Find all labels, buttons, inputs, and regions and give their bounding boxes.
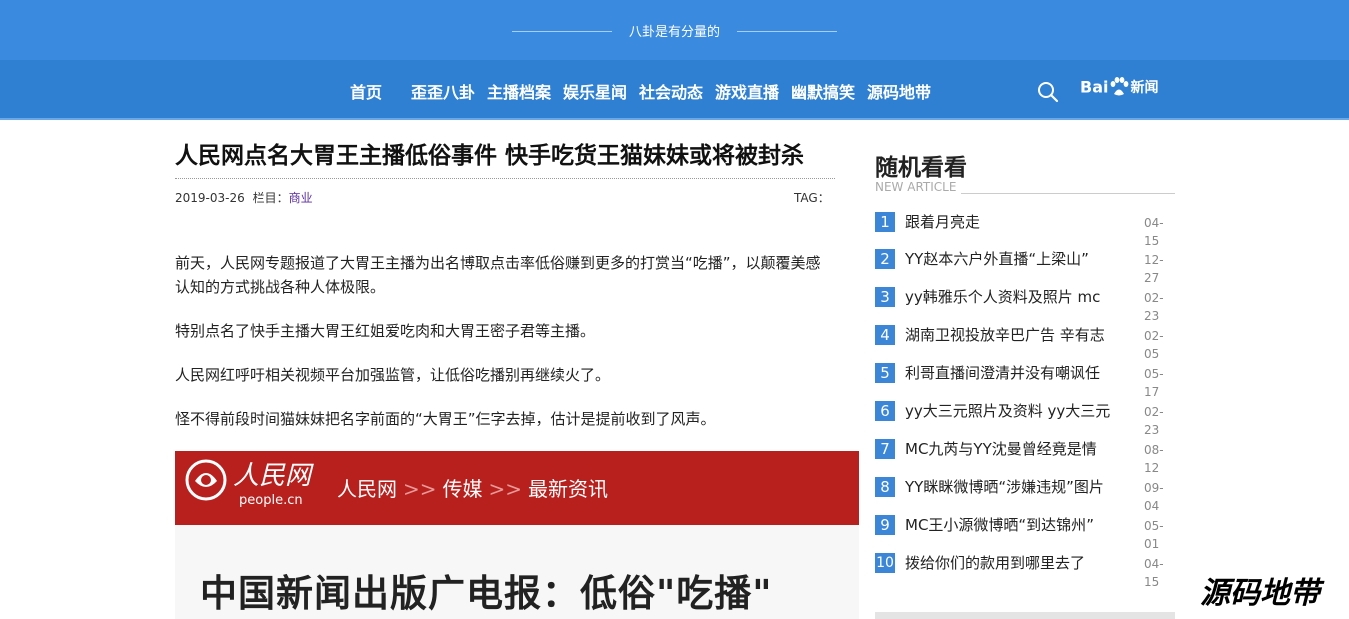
top-slogan-bar: 八卦是有分量的 — [0, 0, 1349, 60]
banner-breadcrumb: 人民网 >> 传媒 >> 最新资讯 — [337, 473, 608, 502]
list-item-link[interactable]: yy大三元照片及资料 yy大三元 — [905, 401, 1110, 421]
nav-item-source-code[interactable]: 源码地带 — [867, 79, 931, 103]
list-item-number: 2 — [875, 249, 895, 269]
list-item-date: 05-17 — [1144, 367, 1164, 399]
article-paragraph: 特别点名了快手主播大胃王红姐爱吃肉和大胃王密子君等主播。 — [175, 322, 596, 340]
list-item-date: 05-01 — [1144, 519, 1164, 551]
banner-crumb-item: 传媒 — [442, 477, 483, 501]
baidu-logo-text: Bai — [1080, 77, 1109, 97]
list-item-date: 02-23 — [1144, 405, 1164, 437]
list-item-link[interactable]: YY眯眯微博晒“涉嫌违规”图片 — [905, 477, 1104, 497]
people-cn-logo-icon — [185, 459, 227, 501]
list-item-link[interactable]: MC王小源微博晒“到达锦州” — [905, 515, 1094, 535]
search-icon[interactable] — [1037, 81, 1059, 103]
article-paragraph: 人民网红呼吁相关视频平台加强监管，让低俗吃播别再继续火了。 — [175, 366, 611, 384]
tag-label: TAG： — [794, 191, 830, 205]
list-item-date: 02-23 — [1144, 291, 1164, 323]
article-title: 人民网点名大胃王主播低俗事件 快手吃货王猫妹妹或将被封杀 — [175, 143, 805, 169]
list-item[interactable]: 9 MC王小源微博晒“到达锦州” 05-01 — [875, 515, 1175, 551]
list-item-link[interactable]: YY赵本六户外直播“上梁山” — [905, 249, 1089, 269]
banner-url: people.cn — [239, 493, 303, 508]
list-item-number: 6 — [875, 401, 895, 421]
banner-crumb-item: 人民网 — [337, 477, 397, 501]
list-item[interactable]: 5 利哥直播间澄清并没有嘲讽任 05-17 — [875, 363, 1175, 399]
list-item-link[interactable]: 跟着月亮走 — [905, 212, 980, 232]
nav-item-streamer-profiles[interactable]: 主播档案 — [487, 79, 551, 103]
list-item-number: 9 — [875, 515, 895, 535]
list-item-date: 09-04 — [1144, 481, 1164, 513]
list-item-date: 04-15 — [1144, 557, 1164, 589]
list-item-date: 04-15 — [1144, 216, 1164, 248]
list-item-date: 08-12 — [1144, 443, 1164, 475]
sidebar-next-panel — [875, 612, 1175, 619]
banner-crumb-item: 最新资讯 — [528, 477, 609, 501]
baidu-news-logo[interactable]: Bai 新闻 — [1080, 76, 1158, 106]
list-item-number: 4 — [875, 325, 895, 345]
sidebar-divider — [961, 193, 1175, 194]
people-cn-banner-image: 人民网 people.cn 人民网 >> 传媒 >> 最新资讯 — [175, 451, 859, 525]
list-item-number: 5 — [875, 363, 895, 383]
banner-crumb-separator: >> — [403, 477, 437, 501]
list-item-number: 3 — [875, 287, 895, 307]
article-paragraph: 前天，人民网专题报道了大胃王主播为出名博取点击率低俗赚到更多的打赏当“吃播”，以… — [175, 254, 821, 296]
nav-item-game-live[interactable]: 游戏直播 — [715, 79, 779, 103]
list-item-number: 1 — [875, 212, 895, 232]
nav-item-humor[interactable]: 幽默搞笑 — [791, 79, 855, 103]
nav-item-entertainment[interactable]: 娱乐星闻 — [563, 79, 627, 103]
sidebar-subtitle: NEW ARTICLE — [875, 180, 957, 194]
list-item[interactable]: 3 yy韩雅乐个人资料及照片 mc 02-23 — [875, 287, 1175, 323]
nav-item-home[interactable]: 首页 — [350, 79, 382, 103]
slogan-right-line — [737, 31, 837, 32]
list-item-link[interactable]: MC九芮与YY沈曼曾经竟是情 — [905, 439, 1097, 459]
list-item-number: 8 — [875, 477, 895, 497]
headline-image-text: 中国新闻出版广电报：低俗"吃播" — [200, 572, 773, 615]
list-item[interactable]: 4 湖南卫视投放辛巴广告 辛有志 02-05 — [875, 325, 1175, 361]
nav-item-gossip[interactable]: 歪歪八卦 — [411, 79, 475, 103]
article-meta: 2019-03-26 栏目：商业 — [175, 189, 313, 206]
article-paragraph: 怪不得前段时间猫妹妹把名字前面的“大胃王”仨字去掉，估计是提前收到了风声。 — [175, 410, 716, 428]
watermark-logo: 源码地带 — [1200, 576, 1320, 611]
list-item-date: 12-27 — [1144, 253, 1164, 285]
site-slogan: 八卦是有分量的 — [628, 25, 720, 40]
list-item[interactable]: 7 MC九芮与YY沈曼曾经竟是情 08-12 — [875, 439, 1175, 475]
baidu-paw-icon — [1111, 77, 1129, 96]
banner-crumb-separator: >> — [488, 477, 523, 501]
news-headline-image: 中国新闻出版广电报：低俗"吃播" — [175, 525, 859, 619]
list-item[interactable]: 1 跟着月亮走 04-15 — [875, 212, 1175, 248]
article-date: 2019-03-26 — [175, 191, 245, 205]
list-item-link[interactable]: 湖南卫视投放辛巴广告 辛有志 — [905, 325, 1105, 345]
nav-item-society[interactable]: 社会动态 — [639, 79, 703, 103]
list-item-number: 7 — [875, 439, 895, 459]
list-item[interactable]: 6 yy大三元照片及资料 yy大三元 02-23 — [875, 401, 1175, 437]
list-item-link[interactable]: 拨给你们的款用到哪里去了 — [905, 553, 1085, 573]
baidu-news-text: 新闻 — [1130, 80, 1159, 96]
list-item[interactable]: 8 YY眯眯微博晒“涉嫌违规”图片 09-04 — [875, 477, 1175, 513]
list-item-number: 10 — [875, 553, 895, 573]
list-item[interactable]: 10 拨给你们的款用到哪里去了 04-15 — [875, 553, 1175, 589]
list-item[interactable]: 2 YY赵本六户外直播“上梁山” 12-27 — [875, 249, 1175, 285]
column-label: 栏目： — [252, 191, 289, 205]
list-item-date: 02-05 — [1144, 329, 1164, 361]
list-item-link[interactable]: 利哥直播间澄清并没有嘲讽任 — [905, 363, 1100, 383]
banner-brand-name: 人民网 — [233, 461, 312, 491]
sidebar-title: 随机看看 — [875, 155, 967, 181]
column-link[interactable]: 商业 — [289, 191, 313, 205]
title-divider — [175, 178, 835, 179]
list-item-link[interactable]: yy韩雅乐个人资料及照片 mc — [905, 287, 1100, 307]
